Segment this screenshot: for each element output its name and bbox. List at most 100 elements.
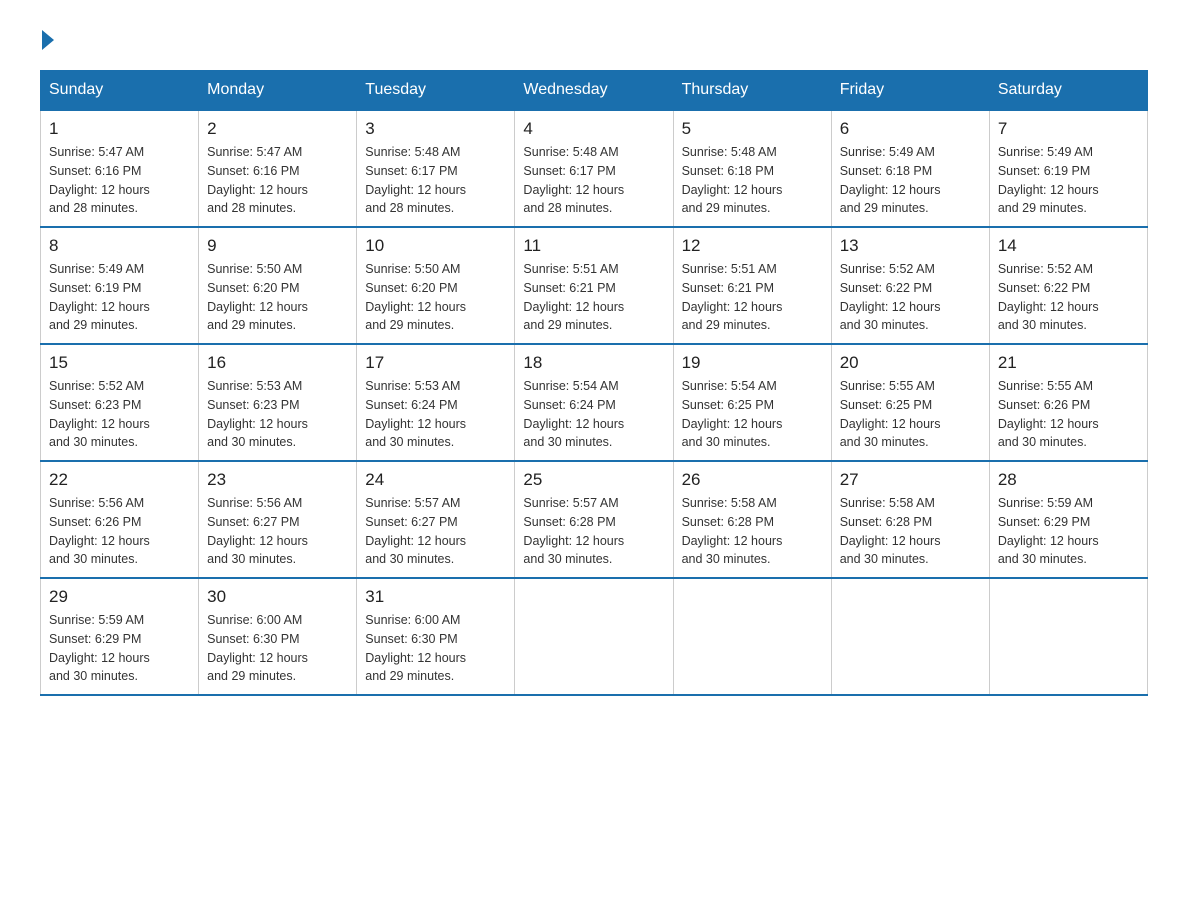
calendar-cell: 5 Sunrise: 5:48 AM Sunset: 6:18 PM Dayli… (673, 110, 831, 227)
day-info: Sunrise: 5:48 AM Sunset: 6:18 PM Dayligh… (682, 143, 823, 218)
day-info: Sunrise: 5:56 AM Sunset: 6:27 PM Dayligh… (207, 494, 348, 569)
calendar-cell: 3 Sunrise: 5:48 AM Sunset: 6:17 PM Dayli… (357, 110, 515, 227)
calendar-week-row: 15 Sunrise: 5:52 AM Sunset: 6:23 PM Dayl… (41, 344, 1148, 461)
calendar-cell: 8 Sunrise: 5:49 AM Sunset: 6:19 PM Dayli… (41, 227, 199, 344)
day-info: Sunrise: 5:58 AM Sunset: 6:28 PM Dayligh… (840, 494, 981, 569)
day-number: 3 (365, 119, 506, 139)
day-info: Sunrise: 5:51 AM Sunset: 6:21 PM Dayligh… (523, 260, 664, 335)
day-header-tuesday: Tuesday (357, 71, 515, 111)
calendar-cell: 4 Sunrise: 5:48 AM Sunset: 6:17 PM Dayli… (515, 110, 673, 227)
day-info: Sunrise: 5:55 AM Sunset: 6:25 PM Dayligh… (840, 377, 981, 452)
calendar-cell: 7 Sunrise: 5:49 AM Sunset: 6:19 PM Dayli… (989, 110, 1147, 227)
day-info: Sunrise: 5:52 AM Sunset: 6:22 PM Dayligh… (998, 260, 1139, 335)
day-header-saturday: Saturday (989, 71, 1147, 111)
day-info: Sunrise: 6:00 AM Sunset: 6:30 PM Dayligh… (365, 611, 506, 686)
calendar-cell: 2 Sunrise: 5:47 AM Sunset: 6:16 PM Dayli… (199, 110, 357, 227)
day-number: 31 (365, 587, 506, 607)
day-info: Sunrise: 5:49 AM Sunset: 6:18 PM Dayligh… (840, 143, 981, 218)
day-info: Sunrise: 5:48 AM Sunset: 6:17 PM Dayligh… (365, 143, 506, 218)
calendar-cell: 24 Sunrise: 5:57 AM Sunset: 6:27 PM Dayl… (357, 461, 515, 578)
day-info: Sunrise: 5:49 AM Sunset: 6:19 PM Dayligh… (998, 143, 1139, 218)
calendar-table: SundayMondayTuesdayWednesdayThursdayFrid… (40, 70, 1148, 696)
day-info: Sunrise: 5:58 AM Sunset: 6:28 PM Dayligh… (682, 494, 823, 569)
calendar-cell: 23 Sunrise: 5:56 AM Sunset: 6:27 PM Dayl… (199, 461, 357, 578)
calendar-week-row: 29 Sunrise: 5:59 AM Sunset: 6:29 PM Dayl… (41, 578, 1148, 695)
day-number: 10 (365, 236, 506, 256)
page-header (40, 30, 1148, 50)
day-info: Sunrise: 6:00 AM Sunset: 6:30 PM Dayligh… (207, 611, 348, 686)
day-info: Sunrise: 5:55 AM Sunset: 6:26 PM Dayligh… (998, 377, 1139, 452)
day-info: Sunrise: 5:54 AM Sunset: 6:24 PM Dayligh… (523, 377, 664, 452)
day-number: 14 (998, 236, 1139, 256)
calendar-cell: 27 Sunrise: 5:58 AM Sunset: 6:28 PM Dayl… (831, 461, 989, 578)
calendar-cell: 25 Sunrise: 5:57 AM Sunset: 6:28 PM Dayl… (515, 461, 673, 578)
day-number: 2 (207, 119, 348, 139)
day-number: 7 (998, 119, 1139, 139)
day-info: Sunrise: 5:57 AM Sunset: 6:28 PM Dayligh… (523, 494, 664, 569)
logo-arrow-icon (42, 30, 54, 50)
calendar-cell: 13 Sunrise: 5:52 AM Sunset: 6:22 PM Dayl… (831, 227, 989, 344)
day-number: 22 (49, 470, 190, 490)
day-number: 25 (523, 470, 664, 490)
calendar-cell: 11 Sunrise: 5:51 AM Sunset: 6:21 PM Dayl… (515, 227, 673, 344)
calendar-cell: 28 Sunrise: 5:59 AM Sunset: 6:29 PM Dayl… (989, 461, 1147, 578)
day-info: Sunrise: 5:56 AM Sunset: 6:26 PM Dayligh… (49, 494, 190, 569)
day-info: Sunrise: 5:53 AM Sunset: 6:23 PM Dayligh… (207, 377, 348, 452)
day-header-thursday: Thursday (673, 71, 831, 111)
day-number: 19 (682, 353, 823, 373)
day-info: Sunrise: 5:47 AM Sunset: 6:16 PM Dayligh… (49, 143, 190, 218)
day-header-monday: Monday (199, 71, 357, 111)
day-number: 18 (523, 353, 664, 373)
day-number: 12 (682, 236, 823, 256)
calendar-week-row: 8 Sunrise: 5:49 AM Sunset: 6:19 PM Dayli… (41, 227, 1148, 344)
day-info: Sunrise: 5:50 AM Sunset: 6:20 PM Dayligh… (207, 260, 348, 335)
day-info: Sunrise: 5:59 AM Sunset: 6:29 PM Dayligh… (998, 494, 1139, 569)
day-number: 17 (365, 353, 506, 373)
day-info: Sunrise: 5:53 AM Sunset: 6:24 PM Dayligh… (365, 377, 506, 452)
day-info: Sunrise: 5:50 AM Sunset: 6:20 PM Dayligh… (365, 260, 506, 335)
day-number: 23 (207, 470, 348, 490)
calendar-cell: 15 Sunrise: 5:52 AM Sunset: 6:23 PM Dayl… (41, 344, 199, 461)
day-number: 6 (840, 119, 981, 139)
logo (40, 30, 56, 50)
day-info: Sunrise: 5:49 AM Sunset: 6:19 PM Dayligh… (49, 260, 190, 335)
calendar-cell (831, 578, 989, 695)
calendar-cell (989, 578, 1147, 695)
calendar-cell: 29 Sunrise: 5:59 AM Sunset: 6:29 PM Dayl… (41, 578, 199, 695)
day-info: Sunrise: 5:54 AM Sunset: 6:25 PM Dayligh… (682, 377, 823, 452)
day-number: 24 (365, 470, 506, 490)
day-number: 20 (840, 353, 981, 373)
day-info: Sunrise: 5:52 AM Sunset: 6:22 PM Dayligh… (840, 260, 981, 335)
day-number: 30 (207, 587, 348, 607)
calendar-week-row: 1 Sunrise: 5:47 AM Sunset: 6:16 PM Dayli… (41, 110, 1148, 227)
day-number: 29 (49, 587, 190, 607)
day-number: 28 (998, 470, 1139, 490)
calendar-cell (515, 578, 673, 695)
calendar-header-row: SundayMondayTuesdayWednesdayThursdayFrid… (41, 71, 1148, 111)
day-info: Sunrise: 5:59 AM Sunset: 6:29 PM Dayligh… (49, 611, 190, 686)
day-number: 21 (998, 353, 1139, 373)
calendar-cell: 6 Sunrise: 5:49 AM Sunset: 6:18 PM Dayli… (831, 110, 989, 227)
day-number: 1 (49, 119, 190, 139)
calendar-week-row: 22 Sunrise: 5:56 AM Sunset: 6:26 PM Dayl… (41, 461, 1148, 578)
day-number: 15 (49, 353, 190, 373)
calendar-cell: 19 Sunrise: 5:54 AM Sunset: 6:25 PM Dayl… (673, 344, 831, 461)
calendar-cell: 1 Sunrise: 5:47 AM Sunset: 6:16 PM Dayli… (41, 110, 199, 227)
day-number: 9 (207, 236, 348, 256)
calendar-cell: 18 Sunrise: 5:54 AM Sunset: 6:24 PM Dayl… (515, 344, 673, 461)
calendar-cell: 26 Sunrise: 5:58 AM Sunset: 6:28 PM Dayl… (673, 461, 831, 578)
calendar-cell: 14 Sunrise: 5:52 AM Sunset: 6:22 PM Dayl… (989, 227, 1147, 344)
calendar-cell: 17 Sunrise: 5:53 AM Sunset: 6:24 PM Dayl… (357, 344, 515, 461)
day-header-friday: Friday (831, 71, 989, 111)
day-number: 5 (682, 119, 823, 139)
calendar-cell: 21 Sunrise: 5:55 AM Sunset: 6:26 PM Dayl… (989, 344, 1147, 461)
calendar-cell: 9 Sunrise: 5:50 AM Sunset: 6:20 PM Dayli… (199, 227, 357, 344)
day-number: 13 (840, 236, 981, 256)
calendar-cell: 10 Sunrise: 5:50 AM Sunset: 6:20 PM Dayl… (357, 227, 515, 344)
day-info: Sunrise: 5:52 AM Sunset: 6:23 PM Dayligh… (49, 377, 190, 452)
calendar-cell: 12 Sunrise: 5:51 AM Sunset: 6:21 PM Dayl… (673, 227, 831, 344)
day-number: 11 (523, 236, 664, 256)
day-info: Sunrise: 5:51 AM Sunset: 6:21 PM Dayligh… (682, 260, 823, 335)
calendar-cell: 31 Sunrise: 6:00 AM Sunset: 6:30 PM Dayl… (357, 578, 515, 695)
day-info: Sunrise: 5:57 AM Sunset: 6:27 PM Dayligh… (365, 494, 506, 569)
